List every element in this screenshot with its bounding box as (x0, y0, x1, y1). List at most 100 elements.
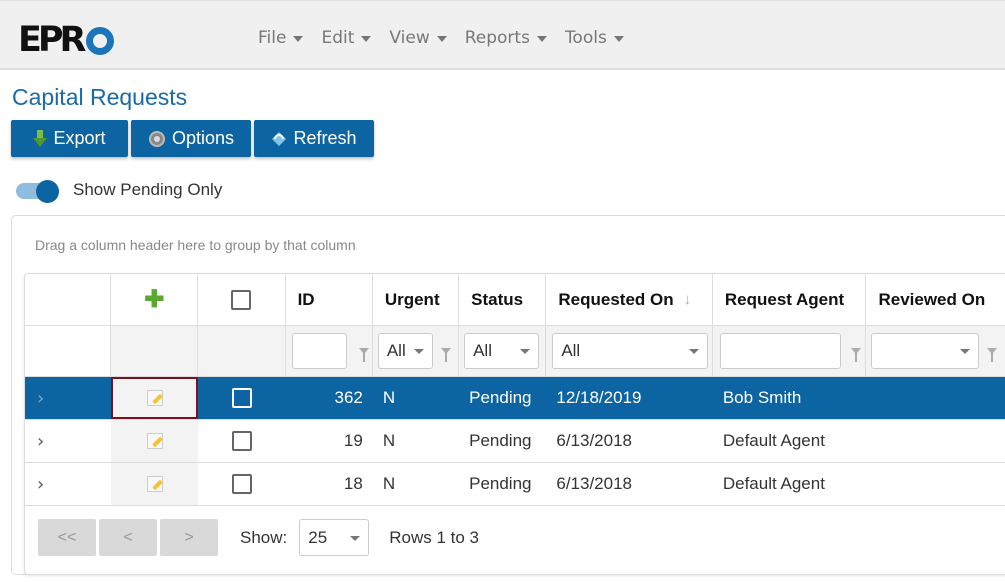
caret-down-icon (413, 349, 424, 354)
expand-chevron-icon[interactable]: › (25, 377, 111, 419)
edit-pencil-icon[interactable] (146, 476, 163, 492)
prev-page-button[interactable]: < (99, 519, 157, 556)
header-reviewed-on[interactable]: Reviewed On (866, 274, 1005, 325)
status-filter-value: All (473, 341, 492, 360)
select-cell (198, 420, 285, 462)
cell-status: Pending (469, 431, 532, 450)
grid-filter-row: All All All (25, 326, 1005, 377)
cell-reviewed-on (866, 420, 1005, 462)
cell-reviewed-on (866, 377, 1005, 419)
edit-pencil-icon[interactable] (146, 390, 163, 406)
urgent-filter-value: All (386, 341, 406, 360)
row-checkbox[interactable] (232, 388, 253, 408)
options-button[interactable]: Options (131, 120, 251, 157)
data-grid: ✚ ID Urgent Status Requested On ↓ Request… (24, 273, 1005, 575)
header-expand (25, 274, 112, 325)
menu-edit[interactable]: Edit (321, 28, 372, 48)
menu-view-label: View (389, 28, 430, 48)
refresh-button[interactable]: Refresh (254, 120, 374, 157)
header-requested-on-label: Requested On (558, 289, 674, 309)
filter-requested-on-cell: All (546, 326, 713, 376)
app-logo[interactable]: EPR (18, 20, 114, 60)
next-page-button[interactable]: > (160, 519, 218, 556)
show-pending-toggle[interactable] (16, 180, 60, 203)
logo-ring-icon (85, 27, 114, 55)
filter-funnel-icon[interactable] (987, 348, 998, 362)
row-checkbox[interactable] (232, 474, 253, 494)
caret-down-icon (520, 349, 531, 354)
header-urgent[interactable]: Urgent (373, 274, 460, 325)
edit-cell[interactable] (111, 463, 199, 505)
caret-down-icon (960, 349, 971, 354)
expand-chevron-icon[interactable]: › (25, 420, 111, 462)
caret-down-icon (293, 35, 304, 42)
main-menu: File Edit View Reports Tools (258, 28, 642, 48)
cell-id: 362 (334, 388, 363, 407)
edit-cell[interactable] (111, 420, 199, 462)
filter-funnel-icon[interactable] (850, 348, 861, 362)
export-label: Export (53, 128, 106, 148)
rows-info: Rows 1 to 3 (389, 527, 480, 547)
cell-requested-on: 6/13/2018 (556, 474, 632, 493)
status-filter-select[interactable]: All (464, 333, 540, 369)
header-status[interactable]: Status (459, 274, 547, 325)
filter-funnel-icon[interactable] (358, 348, 369, 362)
cell-urgent: N (382, 474, 396, 493)
header-request-agent[interactable]: Request Agent (713, 274, 867, 325)
export-button[interactable]: Export (11, 120, 128, 157)
urgent-filter-select[interactable]: All (377, 333, 433, 369)
requested-on-filter-value: All (561, 341, 581, 360)
menu-view[interactable]: View (389, 28, 447, 48)
page-size-select[interactable]: 25 (299, 519, 370, 556)
header-select-all (198, 274, 286, 325)
cell-urgent: N (382, 431, 396, 450)
toggle-knob (36, 180, 59, 203)
group-drop-area[interactable]: Drag a column header here to group by th… (35, 237, 356, 253)
header-id[interactable]: ID (286, 274, 373, 325)
reviewed-on-filter-select[interactable] (871, 333, 980, 369)
menu-tools[interactable]: Tools (565, 28, 624, 48)
cell-requested-on: 12/18/2019 (556, 388, 642, 407)
select-all-checkbox[interactable] (231, 289, 252, 310)
cell-status: Pending (469, 474, 532, 493)
header-status-label: Status (471, 289, 524, 309)
plus-icon[interactable]: ✚ (144, 287, 164, 312)
download-arrow-icon (33, 129, 48, 148)
header-request-agent-label: Request Agent (724, 289, 845, 309)
cell-request-agent: Default Agent (722, 431, 825, 450)
header-requested-on[interactable]: Requested On ↓ (546, 274, 713, 325)
row-checkbox[interactable] (232, 431, 253, 451)
select-cell (198, 463, 285, 505)
refresh-label: Refresh (293, 128, 357, 148)
options-label: Options (171, 128, 235, 148)
menu-file-label: File (258, 28, 287, 48)
table-row[interactable]: › 19 N Pending 6/13/2018 Default Agent (25, 420, 1005, 463)
edit-pencil-icon[interactable] (146, 433, 163, 449)
cell-requested-on: 6/13/2018 (556, 431, 632, 450)
filter-cell-empty (198, 326, 286, 376)
filter-cell-empty (25, 326, 112, 376)
pager: << < > Show: 25 Rows 1 to 3 (38, 519, 479, 556)
page-title: Capital Requests (12, 84, 188, 110)
caret-down-icon (536, 35, 547, 42)
menu-file[interactable]: File (258, 28, 304, 48)
table-row[interactable]: › 362 N Pending 12/18/2019 Bob Smith (25, 377, 1005, 420)
request-agent-filter-input[interactable] (719, 333, 841, 369)
expand-chevron-icon[interactable]: › (25, 463, 111, 505)
first-page-button[interactable]: << (38, 519, 96, 556)
filter-reviewed-on-cell (866, 326, 1005, 376)
id-filter-input[interactable] (291, 333, 347, 369)
filter-cell-empty (111, 326, 199, 376)
toolbar: Export Options Refresh (11, 120, 374, 157)
menu-reports[interactable]: Reports (465, 28, 547, 48)
cell-urgent: N (382, 388, 396, 407)
filter-funnel-icon[interactable] (440, 348, 451, 362)
requested-on-filter-select[interactable]: All (552, 333, 709, 369)
table-row[interactable]: › 18 N Pending 6/13/2018 Default Agent (25, 463, 1005, 506)
caret-down-icon (689, 349, 700, 354)
header-urgent-label: Urgent (384, 289, 440, 309)
show-pending-label: Show Pending Only (73, 180, 223, 199)
cell-request-agent: Bob Smith (722, 388, 802, 407)
gear-icon (148, 130, 166, 148)
edit-cell[interactable] (111, 377, 199, 419)
